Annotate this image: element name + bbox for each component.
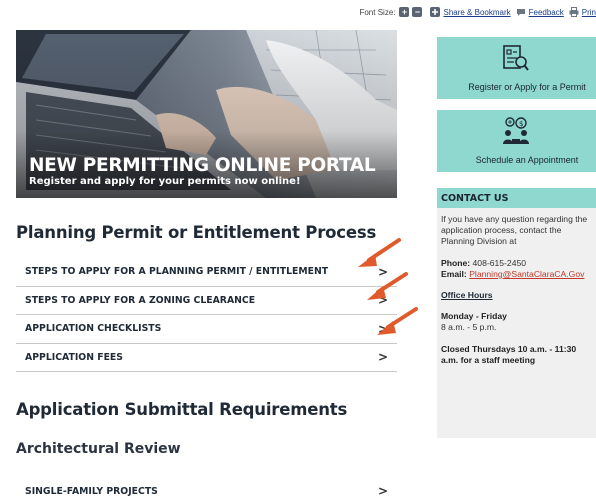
banner-subtitle: Register and apply for your permits now …	[29, 176, 301, 187]
share-icon	[430, 7, 441, 17]
banner-title: NEW PERMITTING ONLINE PORTAL	[29, 155, 376, 176]
accordion-item-application-checklists[interactable]: APPLICATION CHECKLISTS >	[16, 315, 397, 344]
contact-us-heading: CONTACT US	[437, 188, 596, 208]
utility-toolbar: Font Size: + − Share & Bookmark Feedback…	[359, 5, 596, 19]
chevron-right-icon: >	[377, 484, 388, 497]
font-size-label: Font Size:	[359, 7, 396, 17]
accordion-item-application-fees[interactable]: APPLICATION FEES >	[16, 344, 397, 372]
office-hours: 8 a.m. - 5 p.m.	[441, 322, 497, 333]
meeting-people-icon: $	[503, 117, 529, 144]
chevron-right-icon: >	[377, 350, 388, 365]
submittal-requirements-heading: Application Submittal Requirements	[16, 400, 348, 419]
email-label: Email:	[441, 268, 467, 279]
accordion-item-zoning-clearance-steps[interactable]: STEPS TO APPLY FOR A ZONING CLEARANCE >	[16, 287, 397, 315]
accordion-item-label: STEPS TO APPLY FOR A ZONING CLEARANCE	[25, 294, 256, 306]
accordion-item-label: STEPS TO APPLY FOR A PLANNING PERMIT / E…	[25, 266, 329, 278]
office-hours-link[interactable]: Office Hours	[441, 290, 493, 300]
comment-icon	[516, 8, 526, 17]
architectural-review-accordion: SINGLE-FAMILY PROJECTS >	[16, 477, 397, 497]
contact-us-panel: CONTACT US If you have any question rega…	[437, 188, 596, 438]
phone-number: 408-615-2450	[472, 257, 527, 268]
schedule-appointment-label: Schedule an Appointment	[475, 155, 579, 165]
annotation-arrow-icon	[377, 307, 418, 335]
office-days: Monday - Friday	[441, 311, 507, 322]
schedule-appointment-tile[interactable]: $ Schedule an Appointment	[437, 110, 596, 172]
register-permit-tile[interactable]: Register or Apply for a Permit	[437, 37, 596, 99]
feedback-link[interactable]: Feedback	[516, 8, 564, 17]
print-label: Prin	[581, 7, 596, 17]
permit-document-icon	[503, 45, 529, 71]
font-decrease-button[interactable]: −	[412, 7, 423, 17]
planning-permit-heading: Planning Permit or Entitlement Process	[16, 223, 377, 242]
closed-note: Closed Thursdays 10 a.m. - 11:30 a.m. fo…	[441, 343, 577, 365]
feedback-label: Feedback	[528, 7, 564, 17]
portal-banner[interactable]: NEW PERMITTING ONLINE PORTAL Register an…	[16, 30, 397, 198]
accordion-item-label: APPLICATION CHECKLISTS	[25, 323, 162, 335]
share-bookmark-label: Share & Bookmark	[443, 7, 511, 17]
architectural-review-heading: Architectural Review	[16, 441, 181, 457]
planning-process-accordion: STEPS TO APPLY FOR A PLANNING PERMIT / E…	[16, 258, 397, 372]
annotation-arrow-icon	[367, 272, 408, 300]
register-permit-label: Register or Apply for a Permit	[468, 82, 586, 92]
accordion-item-planning-permit-steps[interactable]: STEPS TO APPLY FOR A PLANNING PERMIT / E…	[16, 258, 397, 287]
phone-label: Phone:	[441, 257, 471, 268]
accordion-item-single-family-projects[interactable]: SINGLE-FAMILY PROJECTS >	[16, 477, 397, 497]
accordion-item-label: APPLICATION FEES	[25, 351, 123, 363]
share-bookmark-link[interactable]: Share & Bookmark	[430, 7, 511, 17]
accordion-item-label: SINGLE-FAMILY PROJECTS	[25, 485, 158, 497]
print-icon	[569, 7, 579, 17]
email-link[interactable]: Planning@SantaClaraCA.Gov	[469, 269, 584, 279]
print-link[interactable]: Prin	[569, 7, 596, 17]
contact-intro: If you have any question regarding the a…	[441, 214, 588, 247]
font-increase-button[interactable]: +	[399, 7, 410, 17]
svg-text:$: $	[519, 120, 523, 128]
